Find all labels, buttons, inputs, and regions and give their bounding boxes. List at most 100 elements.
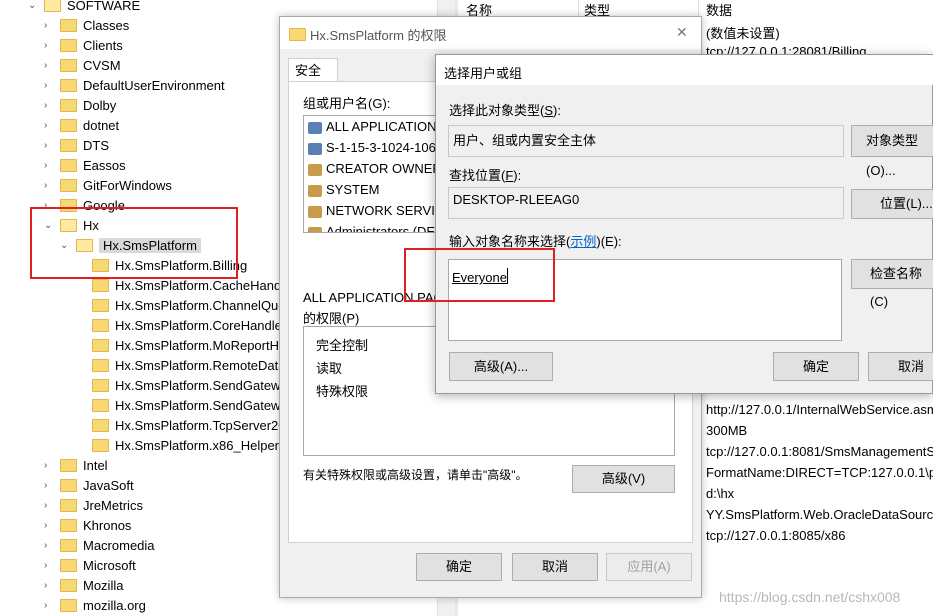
folder-icon xyxy=(60,58,77,72)
permission-item: 读取 xyxy=(316,361,343,376)
value-data: tcp://127.0.0.1:8081/SmsManagementS xyxy=(706,444,933,459)
tree-item[interactable]: › Intel xyxy=(44,456,108,476)
tree-item[interactable]: › Classes xyxy=(44,16,129,36)
chevron-right-icon[interactable]: › xyxy=(44,476,47,496)
cancel-button[interactable]: 取消 xyxy=(868,352,933,381)
chevron-right-icon[interactable]: › xyxy=(44,96,47,116)
cancel-button[interactable]: 取消 xyxy=(512,553,598,581)
chevron-right-icon[interactable]: › xyxy=(44,116,47,136)
tree-item-label: CVSM xyxy=(83,58,121,73)
ok-button[interactable]: 确定 xyxy=(773,352,859,381)
column-header-data[interactable]: 数据 xyxy=(706,0,732,19)
tree-item[interactable]: › Macromedia xyxy=(44,536,155,556)
chevron-down-icon[interactable]: ⌄ xyxy=(28,0,36,16)
object-type-label: 选择此对象类型(S): xyxy=(449,103,561,118)
chevron-right-icon[interactable]: › xyxy=(44,136,47,156)
tree-item[interactable]: Hx.SmsPlatform.CacheHandle xyxy=(92,276,291,296)
folder-icon xyxy=(92,438,109,452)
tree-item[interactable]: Hx.SmsPlatform.ChannelQueu xyxy=(92,296,293,316)
tree-item[interactable]: Hx.SmsPlatform.SendGateway xyxy=(92,376,294,396)
package-icon xyxy=(308,121,322,134)
permission-label: 的权限(P) xyxy=(303,311,360,326)
chevron-right-icon[interactable]: › xyxy=(44,16,47,36)
locations-button[interactable]: 位置(L)... xyxy=(851,189,933,219)
highlight-box-tree xyxy=(30,207,238,279)
value-data: 300MB xyxy=(706,423,748,438)
chevron-right-icon[interactable]: › xyxy=(44,56,47,76)
value-data: http://127.0.0.1/InternalWebService.asm xyxy=(706,402,933,417)
user-list-item[interactable]: Administrators (DE xyxy=(308,224,435,232)
folder-icon xyxy=(92,378,109,392)
chevron-right-icon[interactable]: › xyxy=(44,596,47,616)
chevron-right-icon[interactable]: › xyxy=(44,556,47,576)
tree-item-label: Intel xyxy=(83,458,108,473)
folder-icon xyxy=(60,558,77,572)
user-list-item[interactable]: SYSTEM xyxy=(308,182,379,197)
user-list-item[interactable]: NETWORK SERVICE xyxy=(308,203,453,218)
tree-item[interactable]: › Mozilla xyxy=(44,576,123,596)
chevron-right-icon[interactable]: › xyxy=(44,176,47,196)
folder-icon xyxy=(60,158,77,172)
user-list-item[interactable]: CREATOR OWNER xyxy=(308,161,442,176)
tree-item[interactable]: Hx.SmsPlatform.SendGateway xyxy=(92,396,294,416)
tree-item[interactable]: › JreMetrics xyxy=(44,496,143,516)
tree-item[interactable]: › JavaSoft xyxy=(44,476,134,496)
permission-item: 特殊权限 xyxy=(316,384,369,399)
chevron-right-icon[interactable]: › xyxy=(44,456,47,476)
tree-item[interactable]: Hx.SmsPlatform.CoreHandler xyxy=(92,316,286,336)
folder-icon xyxy=(44,0,61,12)
ok-button[interactable]: 确定 xyxy=(416,553,502,581)
chevron-right-icon[interactable]: › xyxy=(44,496,47,516)
folder-icon xyxy=(92,318,109,332)
tree-item-label: Hx.SmsPlatform.CacheHandle xyxy=(115,278,292,293)
tree-item[interactable]: › GitForWindows xyxy=(44,176,172,196)
tree-item-root[interactable]: ⌄ SOFTWARE xyxy=(28,0,140,16)
tree-item[interactable]: › dotnet xyxy=(44,116,119,136)
chevron-right-icon[interactable]: › xyxy=(44,536,47,556)
value-data: FormatName:DIRECT=TCP:127.0.0.1\pri xyxy=(706,465,933,480)
user-name: SYSTEM xyxy=(326,182,380,197)
chevron-right-icon[interactable]: › xyxy=(44,36,47,56)
tree-item-label: GitForWindows xyxy=(83,178,172,193)
close-icon[interactable]: ✕ xyxy=(676,24,688,41)
tree-item[interactable]: › Microsoft xyxy=(44,556,136,576)
apply-button[interactable]: 应用(A) xyxy=(606,553,692,581)
tree-item[interactable]: › DefaultUserEnvironment xyxy=(44,76,225,96)
tree-item[interactable]: › Dolby xyxy=(44,96,116,116)
group-label: 组或用户名(G): xyxy=(303,96,391,111)
folder-icon xyxy=(60,138,77,152)
folder-icon xyxy=(92,298,109,312)
tree-item[interactable]: › Eassos xyxy=(44,156,126,176)
folder-icon xyxy=(60,458,77,472)
check-names-button[interactable]: 检查名称(C) xyxy=(851,259,933,309)
dialog-title: 选择用户或组 xyxy=(444,66,523,81)
folder-icon xyxy=(92,358,109,372)
chevron-right-icon[interactable]: › xyxy=(44,76,47,96)
chevron-right-icon[interactable]: › xyxy=(44,516,47,536)
tree-item[interactable]: Hx.SmsPlatform.MoReportHa xyxy=(92,336,286,356)
advanced-button[interactable]: 高级(V) xyxy=(572,465,675,493)
user-list-item[interactable]: S-1-15-3-1024-106 xyxy=(308,140,436,155)
tree-item[interactable]: Hx.SmsPlatform.x86_Helper xyxy=(92,436,279,456)
value-data: (数值未设置) xyxy=(706,26,780,41)
tree-item[interactable]: › mozilla.org xyxy=(44,596,146,616)
folder-icon xyxy=(60,18,77,32)
tree-item[interactable]: › CVSM xyxy=(44,56,121,76)
dialog-title: Hx.SmsPlatform 的权限 xyxy=(310,28,447,43)
tree-item[interactable]: Hx.SmsPlatform.RemoteData xyxy=(92,356,286,376)
tree-item[interactable]: › Khronos xyxy=(44,516,131,536)
chevron-right-icon[interactable]: › xyxy=(44,156,47,176)
tree-item[interactable]: › DTS xyxy=(44,136,109,156)
tree-item[interactable]: Hx.SmsPlatform.TcpServer20 xyxy=(92,416,286,436)
advanced-button[interactable]: 高级(A)... xyxy=(449,352,553,381)
folder-icon xyxy=(60,578,77,592)
folder-icon xyxy=(92,398,109,412)
folder-icon xyxy=(92,338,109,352)
examples-link[interactable]: 示例 xyxy=(570,234,596,249)
tree-item-label: Hx.SmsPlatform.CoreHandler xyxy=(115,318,287,333)
users-icon xyxy=(308,226,322,232)
chevron-right-icon[interactable]: › xyxy=(44,576,47,596)
tab-security[interactable]: 安全 xyxy=(288,58,338,82)
tree-item[interactable]: › Clients xyxy=(44,36,123,56)
object-types-button[interactable]: 对象类型(O)... xyxy=(851,125,933,178)
